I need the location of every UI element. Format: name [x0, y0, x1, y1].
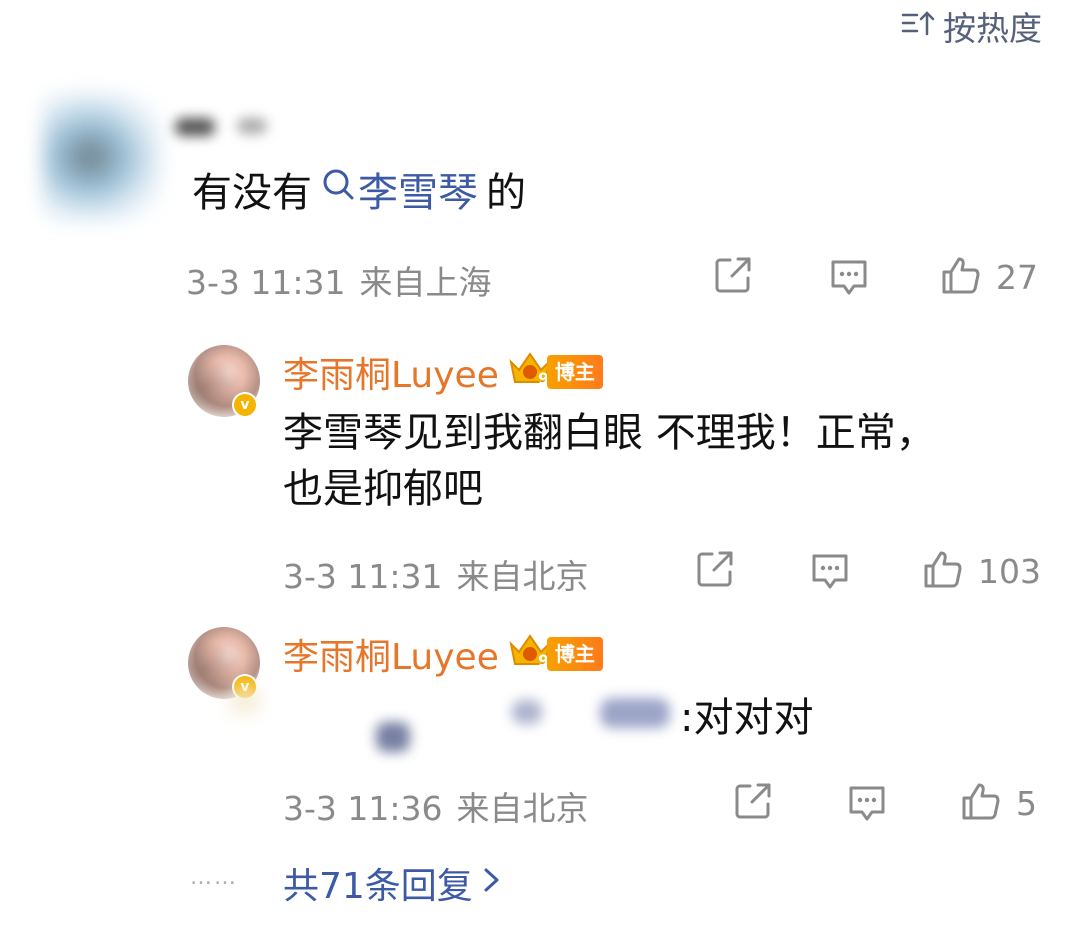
reply-meta: 3-3 11:36 来自北京	[283, 782, 589, 830]
reply-meta: 3-3 11:31 来自北京	[283, 550, 589, 598]
blogger-badge: 9 博主	[507, 633, 603, 672]
share-button[interactable]	[712, 254, 754, 300]
reply-text-line1: 李雪琴见到我翻白眼 不理我！正常，	[283, 410, 936, 456]
reply-location: 来自北京	[456, 557, 589, 596]
comment-icon	[809, 554, 851, 596]
like-button[interactable]: 103	[922, 548, 1041, 594]
reply-author[interactable]: 李雨桐Luyee 9 博主	[283, 346, 603, 398]
comment-text: 有没有 李雪琴 的	[192, 160, 526, 218]
sort-by-hot-button[interactable]: 按热度	[901, 2, 1042, 50]
like-count: 103	[978, 551, 1041, 591]
search-icon	[320, 166, 358, 212]
thumbs-up-icon	[960, 780, 1002, 826]
chevron-right-icon	[481, 863, 503, 904]
like-count: 5	[1016, 783, 1037, 823]
reply-text: :对对对	[680, 695, 814, 741]
blurred-mention-part	[376, 722, 410, 752]
topic-link[interactable]: 李雪琴	[320, 160, 478, 218]
author-name-blurred[interactable]	[175, 110, 300, 140]
comment-icon	[846, 786, 888, 828]
reply-time: 3-3 11:36	[283, 789, 443, 828]
share-icon	[712, 257, 754, 300]
like-button[interactable]: 5	[960, 780, 1037, 826]
blurred-mention-part	[512, 700, 542, 724]
share-icon	[732, 783, 774, 826]
like-count: 27	[996, 257, 1038, 297]
reply-time: 3-3 11:31	[283, 557, 443, 596]
comment-location: 来自上海	[359, 263, 492, 302]
share-icon	[694, 551, 736, 594]
comment-time: 3-3 11:31	[186, 263, 346, 302]
blogger-badge: 9 博主	[507, 351, 603, 390]
comment-text-after: 的	[486, 170, 526, 216]
share-button[interactable]	[694, 548, 736, 594]
thumbs-up-icon	[940, 254, 982, 300]
crown-icon: 9	[507, 348, 553, 397]
view-all-replies-link[interactable]: 共71条回复	[283, 857, 503, 909]
reply-author-name: 李雨桐Luyee	[283, 637, 499, 678]
thumbs-up-icon	[922, 548, 964, 594]
verified-badge-icon: v	[232, 392, 258, 418]
crown-icon: 9	[507, 630, 553, 679]
topic-label: 李雪琴	[358, 170, 478, 216]
sort-icon	[901, 7, 937, 46]
reply-author-name: 李雨桐Luyee	[283, 355, 499, 396]
blogger-label: 博主	[546, 637, 603, 671]
sort-label: 按热度	[943, 9, 1042, 48]
comment-button[interactable]	[828, 256, 870, 302]
comment-button[interactable]	[846, 782, 888, 828]
blurred-mention-part	[215, 680, 275, 720]
comment-icon	[828, 260, 870, 302]
blurred-mention-part	[600, 698, 670, 728]
like-button[interactable]: 27	[940, 254, 1038, 300]
reply-author[interactable]: 李雨桐Luyee 9 博主	[283, 628, 603, 680]
reply-text-line2: 也是抑郁吧	[283, 466, 483, 512]
reply-location: 来自北京	[456, 789, 589, 828]
blogger-label: 博主	[546, 355, 603, 389]
view-all-replies-label: 共71条回复	[283, 866, 473, 907]
more-dots: ……	[190, 865, 238, 890]
avatar[interactable]	[42, 92, 162, 222]
comment-meta: 3-3 11:31 来自上海	[186, 256, 492, 304]
comment-text-before: 有没有	[192, 170, 312, 216]
share-button[interactable]	[732, 780, 774, 826]
reply-text: 李雪琴见到我翻白眼 不理我！正常， 也是抑郁吧	[283, 405, 936, 517]
comment-button[interactable]	[809, 550, 851, 596]
